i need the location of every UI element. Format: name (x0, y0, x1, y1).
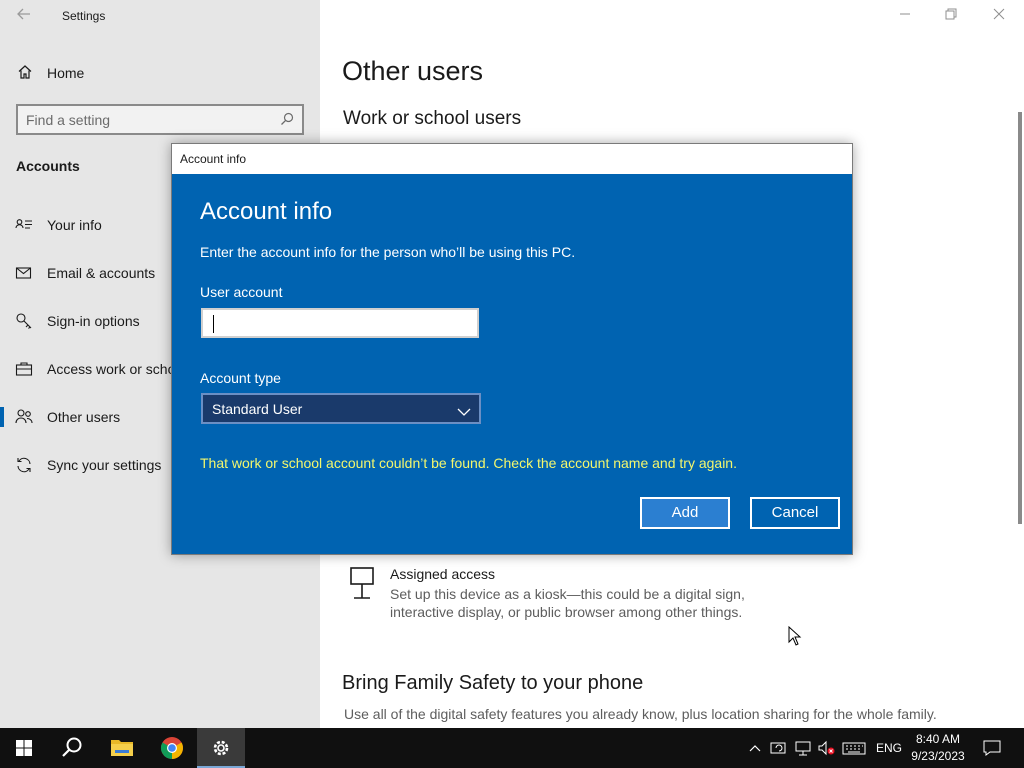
sidebar-item-label: Access work or school (47, 361, 187, 377)
family-safety-heading: Bring Family Safety to your phone (342, 672, 644, 694)
clock-time: 8:40 AM (915, 732, 961, 746)
mail-icon (15, 264, 33, 282)
minimize-icon[interactable] (882, 0, 928, 32)
sync-icon (15, 456, 33, 474)
taskbar: ENG 8:40 AM 9/23/2023 (0, 728, 1024, 768)
restore-icon[interactable] (928, 0, 974, 32)
sidebar-item-home[interactable]: Home (0, 56, 320, 90)
briefcase-icon (15, 360, 33, 378)
settings-gear-icon[interactable] (197, 728, 245, 768)
mouse-pointer-icon (788, 625, 802, 646)
title-bar: Settings (0, 0, 320, 32)
assigned-access-description: Set up this device as a kiosk—this could… (390, 586, 745, 620)
home-label: Home (47, 65, 85, 81)
windows-start-icon[interactable] (0, 728, 48, 768)
section-title: Accounts (16, 158, 80, 174)
scrollbar[interactable] (1018, 112, 1022, 524)
dialog-titlebar: Account info (172, 144, 852, 174)
search-icon[interactable] (48, 728, 96, 768)
dialog-intro: Enter the account info for the person wh… (200, 244, 576, 260)
search-icon[interactable] (280, 112, 294, 126)
kiosk-icon (348, 566, 376, 602)
section-subtitle: Work or school users (343, 108, 522, 129)
user-account-input[interactable] (211, 313, 471, 333)
cancel-button[interactable]: Cancel (750, 497, 840, 529)
sidebar-item-label: Sign-in options (47, 313, 140, 329)
dialog-title: Account info (180, 152, 247, 166)
language-indicator[interactable]: ENG (876, 741, 902, 761)
sidebar-item-label: Your info (47, 217, 102, 233)
close-icon[interactable] (976, 0, 1022, 32)
page-title: Other users (342, 56, 484, 86)
search-box[interactable] (16, 104, 304, 135)
user-account-label: User account (200, 284, 283, 300)
home-icon (17, 64, 33, 80)
keyboard-icon[interactable] (842, 738, 866, 758)
assigned-access-link[interactable]: Assigned access (390, 566, 495, 582)
dialog-heading: Account info (200, 198, 333, 225)
account-type-dropdown[interactable]: Standard User (201, 393, 481, 424)
chevron-up-icon[interactable] (748, 738, 762, 758)
error-message: That work or school account couldn’t be … (200, 455, 737, 471)
add-button[interactable]: Add (640, 497, 730, 529)
file-explorer-icon[interactable] (98, 728, 146, 768)
clock-date: 9/23/2023 (911, 749, 965, 763)
user-account-field[interactable] (201, 308, 479, 338)
window-controls (884, 0, 1024, 32)
back-arrow-icon[interactable] (14, 6, 34, 26)
clock[interactable]: 8:40 AM 9/23/2023 (906, 731, 970, 765)
app-title: Settings (62, 9, 106, 23)
volume-muted-icon[interactable] (818, 738, 836, 758)
account-type-label: Account type (200, 370, 281, 386)
chevron-down-icon (457, 404, 471, 416)
chrome-icon[interactable] (148, 728, 196, 768)
update-icon[interactable] (770, 738, 788, 758)
sidebar-item-label: Sync your settings (47, 457, 162, 473)
person-card-icon (15, 216, 33, 234)
account-type-value: Standard User (212, 401, 303, 417)
text-caret (213, 315, 214, 333)
people-icon (15, 408, 33, 426)
key-icon (15, 312, 33, 330)
sidebar-item-label: Email & accounts (47, 265, 156, 281)
notification-icon[interactable] (982, 738, 1002, 758)
account-info-dialog: Account info Account info Enter the acco… (171, 143, 853, 555)
network-icon[interactable] (794, 738, 812, 758)
family-safety-description: Use all of the digital safety features y… (344, 706, 937, 722)
sidebar-item-label: Other users (47, 409, 121, 425)
search-input[interactable] (26, 110, 276, 130)
